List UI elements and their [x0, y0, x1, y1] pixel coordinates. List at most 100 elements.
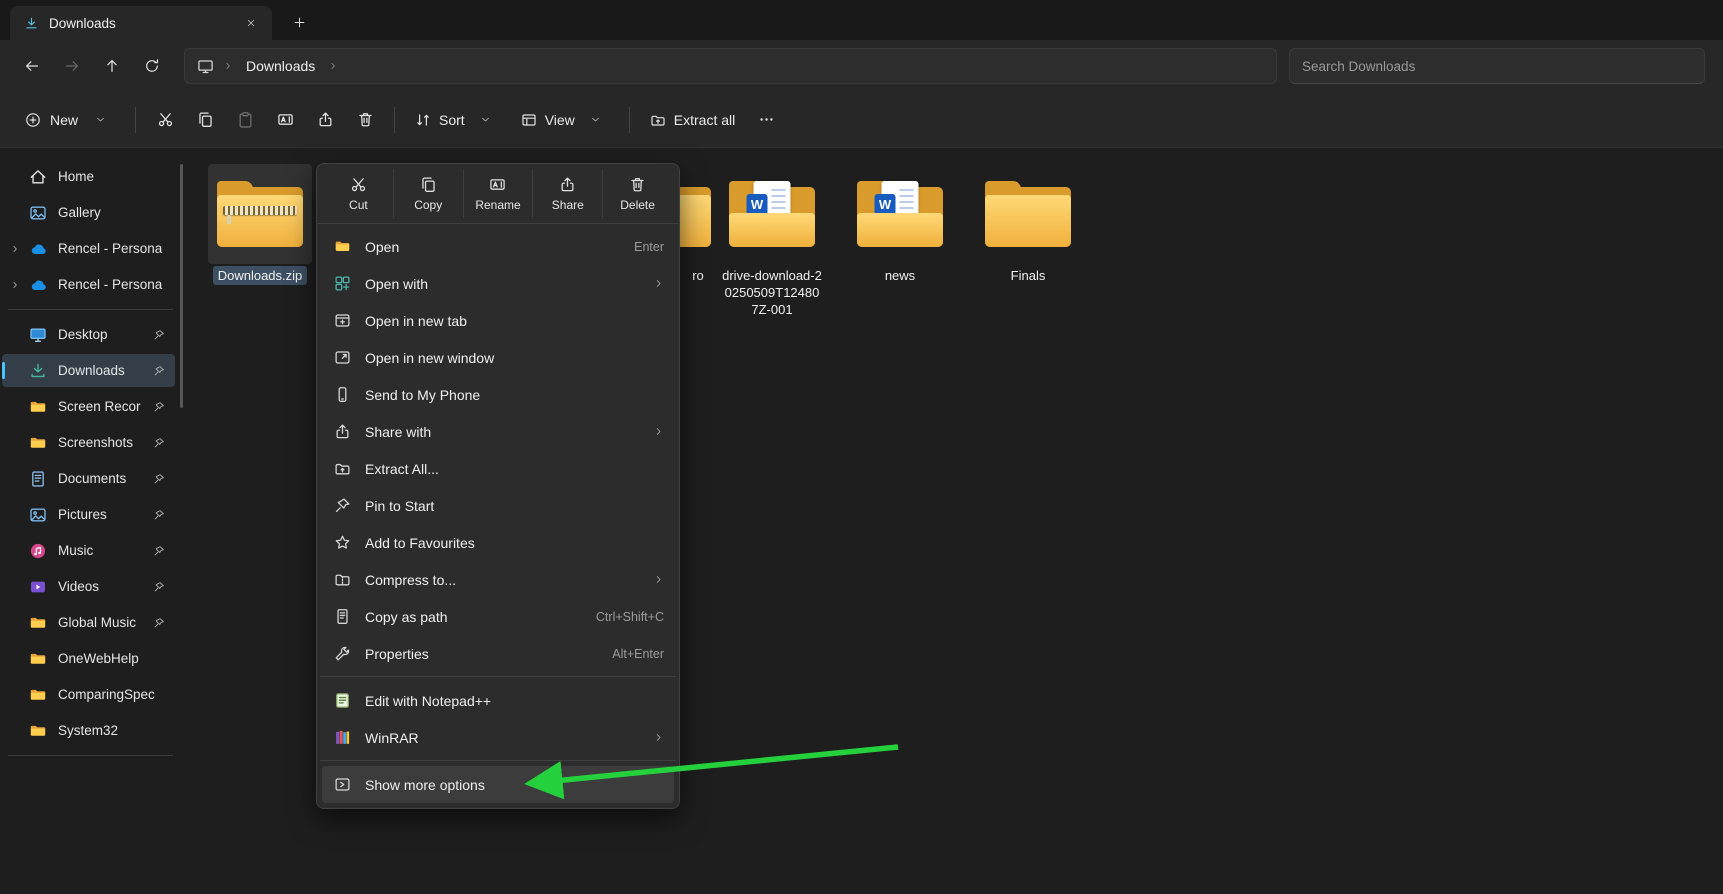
sidebar-item-label: Pictures	[58, 507, 107, 522]
file-tile-finals[interactable]: Finals	[973, 164, 1083, 285]
sidebar-item-label: Global Music	[58, 615, 137, 630]
context-item-label: WinRAR	[365, 729, 419, 746]
context-item-edit-with-notepad[interactable]: Edit with Notepad++	[322, 682, 674, 719]
explorer-tab-downloads[interactable]: Downloads	[10, 6, 272, 40]
context-item-add-to-favourites[interactable]: Add to Favourites	[322, 524, 674, 561]
folder-icon	[28, 613, 48, 633]
breadcrumb-chevron-icon[interactable]	[223, 61, 233, 71]
context-item-pin-to-start[interactable]: Pin to Start	[322, 487, 674, 524]
more-dots-icon	[758, 111, 775, 128]
sidebar-item-videos[interactable]: Videos	[2, 570, 175, 603]
this-pc-icon[interactable]	[197, 58, 214, 75]
delete-button[interactable]	[345, 102, 385, 138]
close-icon	[246, 18, 256, 28]
sidebar-item-system32[interactable]: System32	[2, 714, 175, 747]
file-explorer-window: Downloads Downloads New	[0, 0, 1723, 894]
chevron-right-icon	[653, 732, 664, 743]
sidebar-item-label: Videos	[58, 579, 100, 594]
context-item-label: Properties	[365, 645, 429, 662]
sidebar-item-home[interactable]: Home	[2, 160, 175, 193]
context-item-compress-to[interactable]: Compress to...	[322, 561, 674, 598]
tab-bar: Downloads	[0, 0, 1723, 40]
context-item-open-in-new-tab[interactable]: Open in new tab	[322, 302, 674, 339]
new-button[interactable]: New	[12, 102, 126, 138]
breadcrumb-item-downloads[interactable]: Downloads	[242, 56, 319, 76]
context-quick-rename[interactable]: Rename	[462, 169, 533, 218]
extract-all-button[interactable]: Extract all	[639, 102, 746, 138]
context-item-label: Show more options	[365, 776, 485, 793]
chevron-right-icon[interactable]	[2, 280, 28, 290]
chevron-right-icon[interactable]	[2, 244, 28, 254]
file-name: Downloads.zip	[212, 266, 308, 286]
context-item-label: Open in new tab	[365, 312, 467, 329]
copy-icon	[420, 176, 437, 193]
context-item-label: Copy as path	[365, 608, 448, 625]
cut-button[interactable]	[145, 102, 185, 138]
sidebar-item-screenshots[interactable]: Screenshots	[2, 426, 175, 459]
context-quick-cut[interactable]: Cut	[324, 169, 393, 218]
open-icon	[332, 238, 352, 255]
documents-icon	[28, 469, 48, 489]
sidebar-item-gallery[interactable]: Gallery	[2, 196, 175, 229]
context-item-send-to-my-phone[interactable]: Send to My Phone	[322, 376, 674, 413]
context-item-open-with[interactable]: Open with	[322, 265, 674, 302]
sidebar-item-onewebhelp[interactable]: OneWebHelp	[2, 642, 175, 675]
back-button[interactable]	[14, 49, 50, 83]
sidebar-item-screen-recor[interactable]: Screen Recor	[2, 390, 175, 423]
open-with-icon	[332, 275, 352, 292]
search-input[interactable]	[1289, 48, 1705, 84]
sidebar-item-documents[interactable]: Documents	[2, 462, 175, 495]
extract-all-label: Extract all	[673, 111, 736, 128]
share-button[interactable]	[305, 102, 345, 138]
view-button[interactable]: View	[510, 102, 620, 138]
new-tab-button[interactable]	[284, 7, 314, 37]
context-item-open-in-new-window[interactable]: Open in new window	[322, 339, 674, 376]
folder-icon	[28, 397, 48, 417]
sidebar-item-label: Rencel - Persona	[58, 277, 163, 292]
sort-button[interactable]: Sort	[404, 102, 510, 138]
up-button[interactable]	[94, 49, 130, 83]
sidebar-scrollbar[interactable]	[180, 164, 183, 408]
sidebar-item-downloads[interactable]: Downloads	[2, 354, 175, 387]
file-name: drive-download-20250509T124807Z-001	[722, 268, 822, 318]
file-tile-downloads-zip[interactable]: Downloads.zip	[205, 164, 315, 286]
context-item-properties[interactable]: Properties Alt+Enter	[322, 635, 674, 672]
context-quick-copy[interactable]: Copy	[392, 169, 463, 218]
sidebar-item-pictures[interactable]: Pictures	[2, 498, 175, 531]
forward-button[interactable]	[54, 49, 90, 83]
sidebar-item-music[interactable]: Music	[2, 534, 175, 567]
see-more-button[interactable]	[746, 102, 786, 138]
sidebar-item-rencel-persona[interactable]: Rencel - Persona	[2, 232, 175, 265]
file-tile-drive-download-20250509t124807z-001[interactable]: Wdrive-download-20250509T124807Z-001	[717, 164, 827, 319]
copy-button[interactable]	[185, 102, 225, 138]
context-item-extract-all[interactable]: Extract All...	[322, 450, 674, 487]
new-window-icon	[332, 349, 352, 366]
sidebar-item-label: ComparingSpec	[58, 687, 155, 702]
sidebar-item-global-music[interactable]: Global Music	[2, 606, 175, 639]
address-bar[interactable]: Downloads	[184, 48, 1277, 84]
sidebar-item-desktop[interactable]: Desktop	[2, 318, 175, 351]
paste-button[interactable]	[225, 102, 265, 138]
share-icon	[332, 423, 352, 440]
tab-close-button[interactable]	[238, 10, 264, 36]
context-item-open[interactable]: Open Enter	[322, 228, 674, 265]
context-quick-delete[interactable]: Delete	[602, 169, 672, 218]
toolbar-separator	[135, 106, 137, 133]
context-item-label: Extract All...	[365, 460, 439, 477]
breadcrumb-chevron-icon[interactable]	[328, 61, 338, 71]
rename-button[interactable]	[265, 102, 305, 138]
file-name: news	[884, 268, 916, 283]
refresh-button[interactable]	[134, 49, 170, 83]
file-tile-news[interactable]: Wnews	[845, 164, 955, 285]
sidebar-item-rencel-persona[interactable]: Rencel - Persona	[2, 268, 175, 301]
compress-icon	[332, 571, 352, 588]
context-quick-share[interactable]: Share	[532, 169, 602, 218]
downloads-icon	[28, 361, 48, 381]
context-item-winrar[interactable]: WinRAR	[322, 719, 674, 756]
context-item-share-with[interactable]: Share with	[322, 413, 674, 450]
sidebar-item-comparingspec[interactable]: ComparingSpec	[2, 678, 175, 711]
folder-icon	[28, 685, 48, 705]
sidebar-item-label: Rencel - Persona	[58, 241, 163, 256]
context-item-copy-as-path[interactable]: Copy as path Ctrl+Shift+C	[322, 598, 674, 635]
context-item-show-more-options[interactable]: Show more options	[322, 766, 674, 803]
